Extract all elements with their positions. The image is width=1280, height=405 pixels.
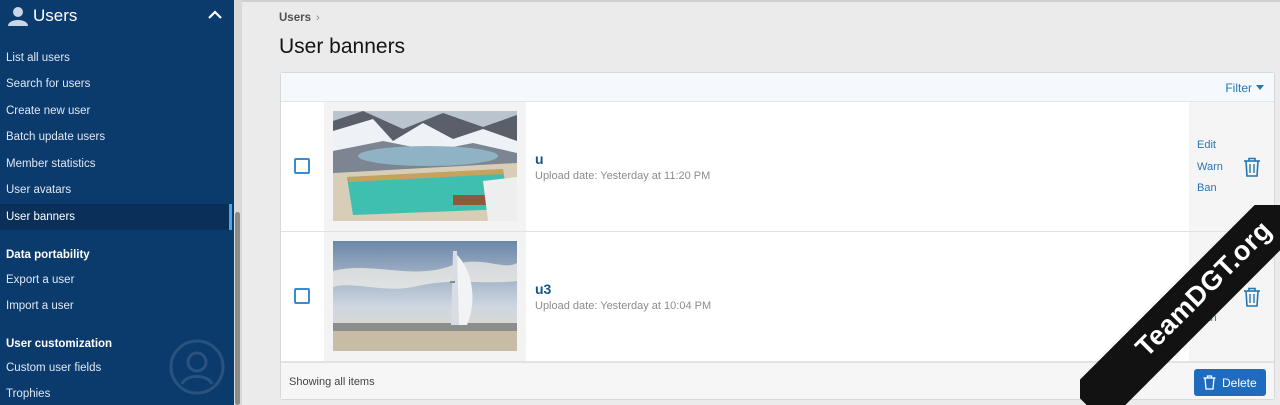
sidebar-section-user-customization: User customization (6, 338, 113, 350)
row-select-cell (281, 232, 324, 361)
filter-bar: Filter (281, 73, 1274, 102)
filter-button[interactable]: Filter (1225, 81, 1264, 95)
banner-username[interactable]: u3 (535, 281, 551, 297)
showing-items-text: Showing all items (289, 376, 375, 388)
banner-thumbnail-cell (324, 232, 526, 361)
burj-al-arab-photo (333, 241, 517, 351)
page-title: User banners (279, 35, 406, 58)
sidebar-title: Users (33, 6, 78, 25)
sidebar: Users List all users Search for users Cr… (0, 0, 234, 405)
upload-date: Upload date: Yesterday at 11:20 PM (535, 170, 711, 182)
breadcrumb[interactable]: Users (279, 12, 311, 24)
sidebar-item-export-user[interactable]: Export a user (0, 267, 232, 293)
ban-link[interactable]: Ban (1197, 182, 1217, 194)
sidebar-item-batch-update[interactable]: Batch update users (0, 124, 232, 150)
row-checkbox[interactable] (294, 288, 310, 304)
watermark-text: TeamDGT.org (1129, 214, 1278, 363)
upload-date: Upload date: Yesterday at 10:04 PM (535, 300, 712, 312)
top-divider (242, 0, 1280, 2)
mountain-pool-photo (333, 111, 517, 221)
watermark-ribbon: TeamDGT.org (1080, 205, 1280, 405)
user-icon (8, 7, 28, 26)
trash-icon[interactable] (1243, 157, 1261, 177)
sidebar-header[interactable]: Users (0, 0, 234, 36)
sidebar-item-user-avatars[interactable]: User avatars (0, 177, 232, 203)
logo-watermark-icon (169, 339, 225, 395)
sidebar-section-data-portability: Data portability (6, 249, 90, 261)
sidebar-item-list-all-users[interactable]: List all users (0, 45, 232, 71)
breadcrumb-separator-icon: › (316, 12, 320, 24)
sidebar-item-import-user[interactable]: Import a user (0, 293, 232, 319)
sidebar-item-user-banners[interactable]: User banners (0, 204, 232, 230)
sidebar-item-member-statistics[interactable]: Member statistics (0, 151, 232, 177)
banner-thumbnail[interactable] (333, 241, 517, 351)
row-checkbox[interactable] (294, 158, 310, 174)
banner-username[interactable]: u (535, 151, 544, 167)
warn-link[interactable]: Warn (1197, 161, 1223, 173)
chevron-up-icon[interactable] (208, 10, 222, 20)
sidebar-item-create-user[interactable]: Create new user (0, 98, 232, 124)
sidebar-item-search-users[interactable]: Search for users (0, 71, 232, 97)
banner-thumbnail-cell (324, 102, 526, 231)
watermark-band: TeamDGT.org (1080, 205, 1280, 405)
sidebar-scrollbar-thumb[interactable] (235, 212, 240, 405)
banner-thumbnail[interactable] (333, 111, 517, 221)
edit-link[interactable]: Edit (1197, 139, 1216, 151)
row-select-cell (281, 102, 324, 231)
